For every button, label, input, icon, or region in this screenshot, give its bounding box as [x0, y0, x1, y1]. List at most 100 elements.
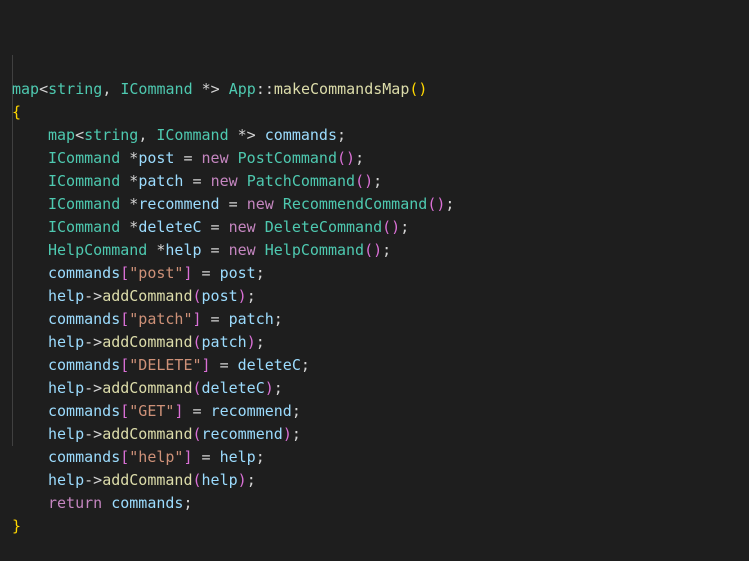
- code-token: =: [201, 218, 229, 236]
- code-token: help: [48, 287, 85, 305]
- code-line: }: [12, 515, 749, 538]
- code-token: (): [337, 149, 356, 167]
- code-token: ;: [255, 448, 265, 466]
- code-token: ): [246, 333, 256, 351]
- code-token: addCommand: [102, 425, 193, 443]
- code-token: <: [39, 80, 49, 98]
- code-token: [: [120, 356, 130, 374]
- code-token: "patch": [129, 310, 193, 328]
- code-token: patch: [228, 310, 274, 328]
- code-token: "GET": [129, 402, 175, 420]
- code-token: deleteC: [237, 356, 301, 374]
- code-line: commands["GET"] = recommend;: [12, 400, 749, 423]
- code-token: "DELETE": [129, 356, 202, 374]
- code-token: commands: [48, 264, 121, 282]
- code-token: =: [201, 310, 229, 328]
- code-token: commands: [48, 356, 121, 374]
- code-token: patch: [138, 172, 184, 190]
- code-token: ::: [255, 80, 274, 98]
- code-token: ;: [291, 425, 301, 443]
- code-token: ;: [355, 149, 365, 167]
- code-token: *>: [192, 80, 229, 98]
- code-block: map<string, ICommand *> App::makeCommand…: [12, 78, 749, 538]
- code-token: new: [228, 241, 256, 259]
- code-token: "post": [129, 264, 184, 282]
- code-token: ): [237, 287, 247, 305]
- code-line: commands["post"] = post;: [12, 262, 749, 285]
- code-token: *: [120, 172, 139, 190]
- code-editor[interactable]: map<string, ICommand *> App::makeCommand…: [0, 0, 749, 535]
- code-token: DeleteCommand: [264, 218, 383, 236]
- code-token: deleteC: [138, 218, 202, 236]
- code-token: =: [201, 241, 229, 259]
- code-token: [: [120, 310, 130, 328]
- code-token: ;: [183, 494, 193, 512]
- code-line: help->addCommand(post);: [12, 285, 749, 308]
- code-line: commands["DELETE"] = deleteC;: [12, 354, 749, 377]
- code-token: ;: [273, 379, 283, 397]
- code-line: help->addCommand(deleteC);: [12, 377, 749, 400]
- code-token: commands: [48, 448, 121, 466]
- code-token: deleteC: [201, 379, 265, 397]
- code-token: ->: [84, 333, 103, 351]
- code-line: ICommand *recommend = new RecommendComma…: [12, 193, 749, 216]
- code-token: addCommand: [102, 333, 193, 351]
- code-token: *: [120, 218, 139, 236]
- code-token: ;: [291, 402, 301, 420]
- code-token: *: [147, 241, 166, 259]
- code-token: ]: [192, 310, 202, 328]
- code-token: =: [183, 402, 211, 420]
- code-token: post: [138, 149, 175, 167]
- code-line: ICommand *patch = new PatchCommand();: [12, 170, 749, 193]
- code-token: [: [120, 402, 130, 420]
- code-token: commands: [48, 310, 121, 328]
- code-token: ;: [300, 356, 310, 374]
- code-token: ;: [373, 172, 383, 190]
- code-line: help->addCommand(patch);: [12, 331, 749, 354]
- code-token: ,: [138, 126, 157, 144]
- code-token: ): [264, 379, 274, 397]
- code-token: (: [192, 471, 202, 489]
- code-token: (): [355, 172, 374, 190]
- code-line: map<string, ICommand *> App::makeCommand…: [12, 78, 749, 101]
- code-token: addCommand: [102, 379, 193, 397]
- code-token: help: [165, 241, 202, 259]
- code-token: }: [12, 517, 22, 535]
- code-line: ICommand *post = new PostCommand();: [12, 147, 749, 170]
- code-token: ): [282, 425, 292, 443]
- code-token: ICommand: [48, 218, 121, 236]
- code-token: RecommendCommand: [282, 195, 428, 213]
- code-token: commands: [111, 494, 184, 512]
- code-token: *: [120, 195, 139, 213]
- code-token: HelpCommand: [264, 241, 365, 259]
- code-token: ICommand: [120, 80, 193, 98]
- code-token: ;: [246, 471, 256, 489]
- code-token: recommend: [210, 402, 292, 420]
- code-token: =: [174, 149, 202, 167]
- code-token: new: [201, 149, 229, 167]
- code-token: (): [409, 80, 428, 98]
- code-token: (: [192, 287, 202, 305]
- code-token: addCommand: [102, 287, 193, 305]
- code-token: ICommand: [48, 149, 121, 167]
- code-line: commands["patch"] = patch;: [12, 308, 749, 331]
- code-token: =: [192, 448, 220, 466]
- code-line: commands["help"] = help;: [12, 446, 749, 469]
- code-token: =: [219, 195, 247, 213]
- code-token: (): [382, 218, 401, 236]
- code-token: ]: [183, 448, 193, 466]
- code-token: PatchCommand: [246, 172, 356, 190]
- code-token: (): [364, 241, 383, 259]
- code-token: new: [210, 172, 238, 190]
- code-token: ,: [102, 80, 121, 98]
- code-token: string: [48, 80, 103, 98]
- code-token: help: [48, 471, 85, 489]
- code-token: ->: [84, 287, 103, 305]
- code-token: (: [192, 333, 202, 351]
- code-token: *>: [228, 126, 265, 144]
